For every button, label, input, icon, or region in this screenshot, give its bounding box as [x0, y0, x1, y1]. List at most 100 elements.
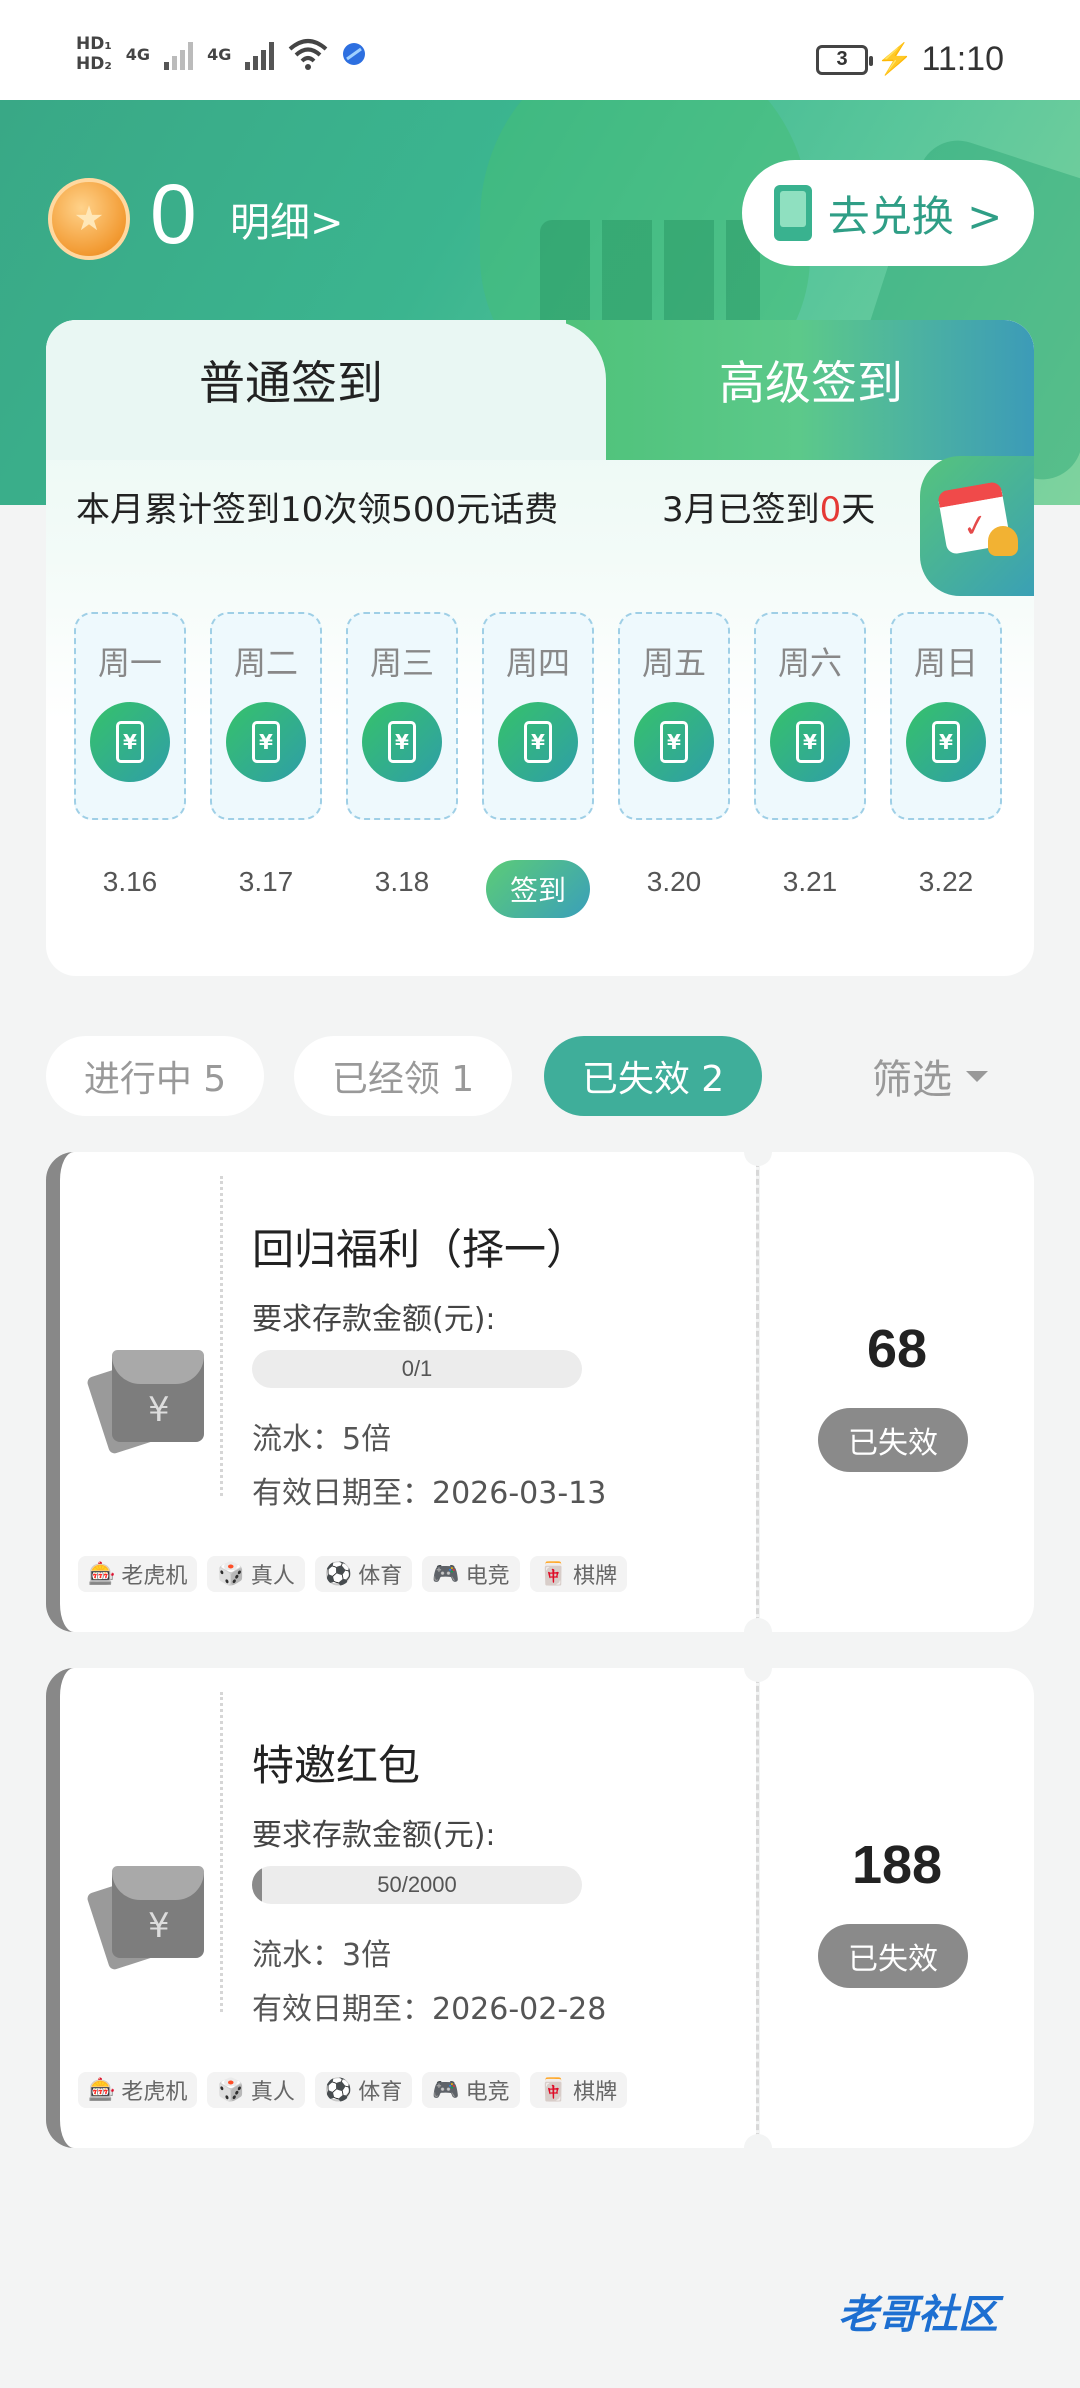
filter-dropdown[interactable]: 筛选: [872, 1036, 988, 1116]
day-card-sun[interactable]: 周日 ¥: [890, 612, 1002, 820]
network-type-1: 4G: [125, 44, 151, 64]
coupon-requirement-label: 要求存款金额(元):: [252, 1302, 496, 1337]
detail-link[interactable]: 明细>: [230, 190, 344, 248]
coupon-progress-text: 50/2000: [377, 1872, 457, 1897]
day-card-sat[interactable]: 周六 ¥: [754, 612, 866, 820]
coupon-title: 回归福利（择一）: [252, 1225, 589, 1274]
filter-label: 筛选: [872, 1057, 952, 1103]
tag-slots: 🎰 老虎机: [78, 1556, 198, 1592]
signin-button[interactable]: 签到: [486, 860, 590, 918]
coupon-requirement-label: 要求存款金额(元):: [252, 1818, 496, 1853]
tag-live: 🎲 真人: [207, 2072, 305, 2108]
day-name: 周一: [97, 644, 162, 682]
calendar-badge[interactable]: ✓: [920, 456, 1034, 596]
coupon-notch: [744, 2134, 772, 2162]
slot-machine-icon: 🎰: [88, 2077, 116, 2103]
tab-in-progress[interactable]: 进行中 5: [46, 1036, 264, 1116]
slot-machine-icon: 🎰: [88, 1561, 116, 1587]
tag-label: 棋牌: [573, 2080, 618, 2105]
hd-indicator: HD₁ HD₂: [76, 34, 112, 74]
day-card-tue[interactable]: 周二 ¥: [210, 612, 322, 820]
coupon-dotted-line: [220, 1692, 223, 2012]
soccer-ball-icon: ⚽: [324, 1561, 353, 1587]
tag-label: 体育: [358, 2080, 403, 2105]
mahjong-tile-icon: 🀄: [539, 1561, 568, 1587]
tag-esports: 🎮 电竞: [422, 1556, 520, 1592]
tag-live: 🎲 真人: [207, 1556, 305, 1592]
coupon-turnover: 流水：3倍: [252, 1938, 392, 1973]
charging-icon: ⚡: [876, 43, 914, 76]
coupon-card[interactable]: ¥ 回归福利（择一） 要求存款金额(元): 0/1 流水：5倍 有效日期至：20…: [46, 1138, 1034, 1646]
day-date: 3.22: [918, 866, 974, 897]
coupon-notch: [744, 1618, 772, 1646]
day-name: 周日: [913, 644, 978, 682]
signal-2-icon: [245, 38, 275, 70]
tag-slots: 🎰 老虎机: [78, 2072, 198, 2108]
battery-level: 3: [836, 48, 848, 70]
tag-label: 体育: [358, 1564, 403, 1589]
phone-credit-icon: ¥: [770, 702, 850, 782]
day-card-thu[interactable]: 周四 ¥: [482, 612, 594, 820]
clock: 11:10: [921, 40, 1004, 78]
exchange-button-label: 去兑换 >: [827, 191, 1003, 241]
coupon-tags: 🎰 老虎机 🎲 真人 ⚽ 体育 🎮 电竞 🀄 棋牌: [78, 1556, 628, 1592]
day-card-fri[interactable]: 周五 ¥: [618, 612, 730, 820]
coupon-expiry: 有效日期至：2026-03-13: [252, 1476, 607, 1511]
day-card-mon[interactable]: 周一 ¥: [74, 612, 186, 820]
network-type-2: 4G: [207, 44, 232, 64]
status-left: HD₁ HD₂ 4G 4G: [76, 34, 366, 74]
dice-icon: 🎲: [217, 2077, 245, 2103]
coupon-progress-bar: 0/1: [252, 1350, 582, 1388]
tag-label: 棋牌: [573, 1564, 618, 1589]
tab-normal-label: 普通签到: [199, 356, 383, 410]
day-name: 周四: [505, 644, 570, 682]
phone-credit-icon: ¥: [362, 702, 442, 782]
coupon-card[interactable]: ¥ 特邀红包 要求存款金额(元): 50/2000 流水：3倍 有效日期至：20…: [46, 1654, 1034, 2162]
coupon-status-badge: 已失效: [818, 1408, 968, 1472]
signed-days-prefix: 3月已签到: [662, 490, 820, 530]
day-name: 周二: [233, 644, 298, 682]
day-card-wed[interactable]: 周三 ¥: [346, 612, 458, 820]
signed-days-suffix: 天: [841, 490, 876, 530]
coupon-turnover: 流水：5倍: [252, 1422, 392, 1457]
battery-icon: 3: [816, 44, 874, 75]
coupon-title: 特邀红包: [252, 1741, 421, 1790]
gamepad-icon: 🎮: [432, 2077, 460, 2103]
tab-advanced-label: 高级签到: [719, 356, 903, 410]
phone-credit-icon: ¥: [906, 702, 986, 782]
signed-days-count: 0: [819, 490, 842, 530]
tag-sports: ⚽ 体育: [314, 1556, 413, 1592]
tag-esports: 🎮 电竞: [422, 2072, 520, 2108]
coupon-stub: 188 已失效: [760, 1668, 1034, 2148]
app-notification-icon: [343, 43, 366, 65]
coupon-perforation: [756, 1668, 759, 2148]
red-envelope-icon: ¥: [85, 1332, 204, 1455]
coupon-notch: [744, 1138, 772, 1166]
tag-label: 老虎机: [121, 1564, 188, 1589]
gamepad-icon: 🎮: [432, 1561, 460, 1587]
tab-claimed[interactable]: 已经领 1: [294, 1036, 512, 1116]
day-name: 周五: [641, 644, 706, 682]
signal-1-icon: [164, 38, 194, 70]
phone-credit-icon: ¥: [226, 702, 306, 782]
hd2-label: HD₂: [76, 54, 112, 74]
tag-label: 真人: [250, 2080, 295, 2105]
tag-label: 老虎机: [121, 2080, 188, 2105]
coin-icon: ★: [48, 178, 130, 260]
weekday-list: 周一 ¥ 周二 ¥ 周三 ¥ 周四 ¥ 周五 ¥ 周六 ¥ 周日 ¥: [74, 612, 1010, 822]
day-name: 周三: [369, 644, 434, 682]
tab-expired[interactable]: 已失效 2: [544, 1036, 762, 1116]
exchange-button[interactable]: 去兑换 >: [742, 160, 1034, 266]
phone-credit-icon: ¥: [498, 702, 578, 782]
tag-label: 电竞: [465, 1564, 510, 1589]
red-envelope-icon: ¥: [85, 1848, 204, 1971]
day-date: 3.16: [102, 866, 158, 897]
day-date: 3.20: [646, 866, 702, 897]
coupon-tags: 🎰 老虎机 🎲 真人 ⚽ 体育 🎮 电竞 🀄 棋牌: [78, 2072, 628, 2108]
status-right: 3 ⚡ 11:10: [816, 40, 1004, 79]
coupon-expiry: 有效日期至：2026-02-28: [252, 1992, 607, 2027]
tag-label: 真人: [250, 1564, 295, 1589]
day-name: 周六: [777, 644, 842, 682]
phone-icon: [773, 185, 812, 241]
coupon-progress-text: 0/1: [401, 1356, 433, 1381]
